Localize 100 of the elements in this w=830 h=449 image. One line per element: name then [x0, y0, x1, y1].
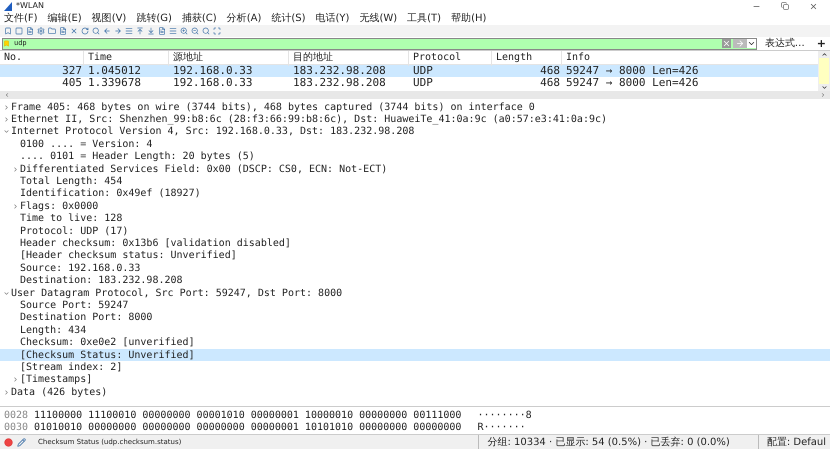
tree-item-text: Destination: 183.232.98.208: [20, 274, 183, 288]
tree-item-text: .... 0101 = Header Length: 20 bytes (5): [20, 150, 255, 164]
tree-item-text: 0100 .... = Version: 4: [20, 138, 152, 151]
tree-item-text: [Checksum Status: Unverified]: [20, 348, 195, 362]
forward-arrow-icon[interactable]: [114, 27, 122, 35]
byte-offset: 0028: [3, 408, 30, 422]
tree-row[interactable]: Identification: 0x49ef (18927): [0, 188, 830, 200]
table-cell-text: 59247 → 8000 Len=426: [565, 74, 700, 91]
menu-item[interactable]: 编辑(E): [48, 14, 82, 24]
tree-row[interactable]: Checksum: 0xe0e2 [unverified]: [0, 336, 830, 349]
tree-row[interactable]: User Datagram Protocol, Src Port: 59247, Dst Port: 8000: [0, 286, 830, 300]
tree-row[interactable]: 0100 .... = Version: 4: [0, 138, 830, 151]
table-cell-text: 183.232.98.208: [292, 74, 387, 91]
status-dot-icon[interactable]: [4, 438, 13, 446]
tree-item-text: Protocol: UDP (17): [20, 224, 128, 238]
byte-ascii: ········8: [477, 408, 532, 422]
tree-row[interactable]: Total Length: 454: [0, 175, 830, 188]
close-icon[interactable]: [809, 2, 818, 10]
last-packet-icon[interactable]: [147, 27, 155, 35]
byte-ascii: R·······: [477, 420, 526, 434]
menu-item[interactable]: 电话(Y): [316, 14, 350, 24]
stop-icon[interactable]: [15, 27, 23, 35]
tree-row[interactable]: Destination: 183.232.98.208: [0, 274, 830, 287]
menu-item[interactable]: 视图(V): [92, 14, 126, 24]
tree-item-text: Source Port: 59247: [20, 298, 128, 312]
tree-row[interactable]: Source: 192.168.0.33: [0, 262, 830, 274]
table-cell-text: 468: [539, 74, 561, 91]
back-arrow-icon[interactable]: [103, 27, 111, 35]
reload-icon[interactable]: [81, 27, 89, 35]
tree-item-text: Differentiated Services Field: 0x00 (DSCP: CS0, ECN: Not-ECT): [20, 162, 388, 176]
tree-row[interactable]: Frame 405: 468 bytes on wire (3744 bits), 468 bytes captured (3744 bits) on interface 0: [0, 101, 830, 114]
table-cell-text: 468: [539, 62, 561, 78]
tree-row[interactable]: Internet Protocol Version 4, Src: 192.168.0.33, Dst: 183.232.98.208: [0, 126, 830, 138]
tree-item-text: Source: 192.168.0.33: [20, 262, 140, 275]
first-packet-icon[interactable]: [136, 27, 144, 35]
table-cell-text: 1.045012: [87, 62, 142, 78]
scroll-down-icon[interactable]: [820, 84, 828, 91]
tree-row[interactable]: Header checksum: 0x13b6 [validation disabled]: [0, 237, 830, 250]
tree-item-text: Internet Protocol Version 4, Src: 192.168.0.33, Dst: 183.232.98.208: [11, 125, 414, 139]
tree-item-text: Identification: 0x49ef (18927): [20, 187, 201, 201]
expression-button[interactable]: 表达式…: [756, 38, 813, 48]
restore-icon[interactable]: [781, 2, 789, 10]
menu-item[interactable]: 捕获(C): [182, 14, 217, 24]
tree-row[interactable]: [Checksum Status: Unverified]: [0, 348, 830, 362]
packet-row[interactable]: 327 1.045012 192.168.0.33 183.232.98.208 UDP 468 59247 → 8000 Len=426: [0, 65, 818, 77]
edit-icon[interactable]: [17, 438, 26, 446]
scrollbar[interactable]: [818, 51, 830, 91]
scroll-left-icon[interactable]: [4, 92, 10, 98]
menu-item[interactable]: 帮助(H): [451, 14, 486, 24]
menu-item[interactable]: 跳转(G): [136, 14, 172, 24]
tree-item-text: [Header checksum status: Unverified]: [20, 249, 237, 264]
menu-item[interactable]: 统计(S): [271, 14, 306, 24]
tree-item-text: Data (426 bytes): [11, 386, 108, 400]
tree-row[interactable]: Length: 434: [0, 324, 830, 336]
search-icon[interactable]: [92, 27, 100, 35]
tree-row[interactable]: .... 0101 = Header Length: 20 bytes (5): [0, 150, 830, 163]
menu-item[interactable]: 分析(A): [226, 14, 262, 24]
scroll-up-icon[interactable]: [820, 51, 828, 58]
folder-icon[interactable]: [48, 27, 56, 35]
byte-bits: 11100000 11100010 00000000 00001010 00000001 10000010 00000000 00111000: [34, 408, 462, 422]
tree-item-text: Checksum: 0xe0e2 [unverified]: [20, 336, 195, 350]
tree-item-text: [Stream index: 2]: [20, 360, 122, 374]
tree-row[interactable]: Time to live: 128: [0, 212, 830, 225]
gear-icon[interactable]: [37, 27, 45, 35]
menu-item[interactable]: 无线(W): [359, 14, 398, 24]
tree-row[interactable]: [Stream index: 2]: [0, 361, 830, 374]
zoom-out-icon[interactable]: [191, 27, 199, 35]
tree-row[interactable]: Protocol: UDP (17): [0, 224, 830, 238]
tree-item-text: Total Length: 454: [20, 175, 122, 188]
tree-item-text: Header checksum: 0x13b6 [validation disabled]: [20, 237, 291, 250]
tree-row[interactable]: Data (426 bytes): [0, 386, 830, 398]
table-cell-text: 59247 → 8000 Len=426: [565, 62, 700, 78]
tree-row[interactable]: Source Port: 59247: [0, 299, 830, 312]
menu-item[interactable]: 文件(F): [4, 14, 38, 24]
resize-columns-icon[interactable]: [213, 27, 221, 35]
scroll-right-icon[interactable]: [820, 92, 826, 98]
horizontal-scrollbar[interactable]: [0, 91, 830, 99]
tree-row[interactable]: [Header checksum status: Unverified]: [0, 250, 830, 262]
close-file-icon[interactable]: [70, 27, 78, 35]
table-cell-text: 405: [61, 74, 83, 91]
tree-row[interactable]: Ethernet II, Src: Shenzhen_99:b8:6c (28:f3:66:99:b8:6c), Dst: HuaweiTe_41:0a:9c (a0:57:e3:41:0a:9c): [0, 113, 830, 126]
tree-item-text: User Datagram Protocol, Src Port: 59247, Dst Port: 8000: [11, 286, 342, 300]
tree-row[interactable]: Destination Port: 8000: [0, 312, 830, 324]
table-cell-text: 1.339678: [87, 74, 142, 91]
menu-item[interactable]: 工具(T): [407, 14, 442, 24]
tree-item-text: Destination Port: 8000: [20, 311, 152, 325]
packet-counts: 分组: 10334 · 已显示: 54 (0.5%) · 已丢弃: 0 (0.0%): [478, 434, 730, 449]
table-cell-text: 183.232.98.208: [292, 62, 387, 78]
tree-item-text: [Timestamps]: [20, 373, 92, 387]
clear-icon[interactable]: [722, 39, 731, 48]
zoom-in-icon[interactable]: [180, 27, 188, 35]
add-filter-button[interactable]: +: [812, 38, 830, 49]
table-cell-text: 192.168.0.33: [172, 62, 254, 78]
document-icon[interactable]: [59, 27, 67, 35]
tree-row[interactable]: [Timestamps]: [0, 374, 830, 386]
tree-row[interactable]: Differentiated Services Field: 0x00 (DSCP: CS0, ECN: Not-ECT): [0, 162, 830, 176]
tree-row[interactable]: Flags: 0x0000: [0, 200, 830, 213]
table-cell-text: 192.168.0.33: [172, 74, 254, 91]
tree-item-text: Frame 405: 468 bytes on wire (3744 bits), 468 bytes captured (3744 bits) on interface 0: [11, 100, 535, 114]
window-title: *WLAN: [16, 0, 44, 12]
